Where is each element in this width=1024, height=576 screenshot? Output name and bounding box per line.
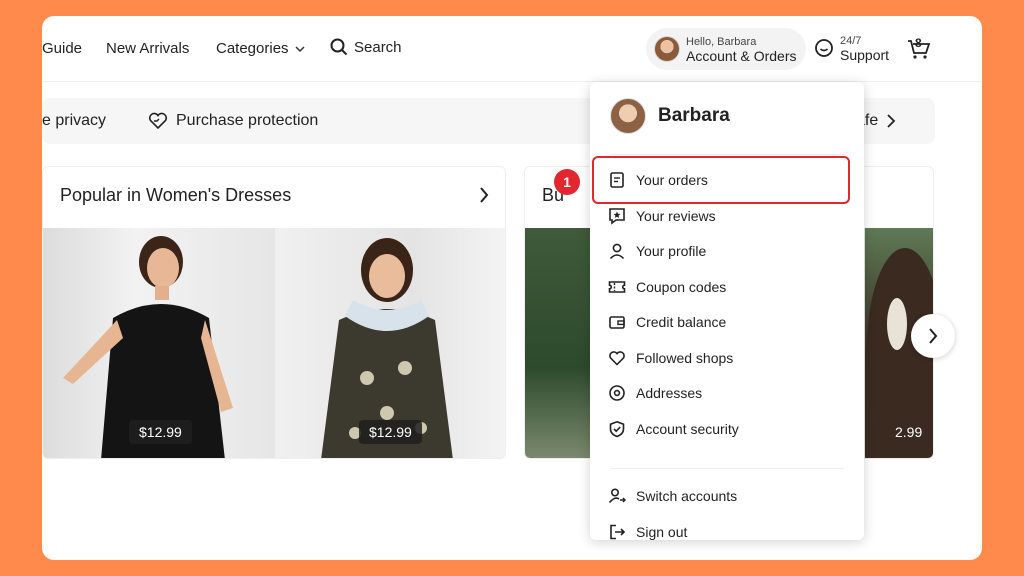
nav-new-arrivals-label: New Arrivals — [106, 40, 190, 57]
search-icon — [330, 38, 348, 56]
step-number-badge: 1 — [554, 169, 580, 195]
support-hours: 24/7 — [840, 35, 862, 47]
avatar — [610, 98, 646, 134]
strip-privacy: e privacy — [42, 112, 106, 130]
menu-item-label: Account security — [636, 421, 739, 437]
product-image[interactable] — [525, 228, 593, 458]
menu-item-addresses[interactable]: Addresses — [608, 379, 846, 407]
location-icon — [609, 385, 625, 401]
price-tag: 2.99 — [895, 424, 923, 440]
price-tag: $12.99 — [359, 420, 422, 444]
divider — [610, 154, 844, 155]
menu-item-label: Sign out — [636, 524, 688, 540]
menu-item-account-security[interactable]: Account security — [608, 415, 846, 443]
coupon-icon — [608, 281, 626, 293]
menu-item-sign-out[interactable]: Sign out — [608, 518, 846, 546]
menu-item-label: Credit balance — [636, 314, 727, 330]
menu-item-label: Your reviews — [636, 208, 716, 224]
browser-frame: Guide New Arrivals Categories Search Hel… — [42, 16, 982, 560]
cart-button[interactable]: 8 — [906, 36, 932, 62]
price-tag: $12.99 — [129, 420, 192, 444]
carousel-next-button[interactable] — [911, 314, 955, 358]
menu-item-label: Coupon codes — [636, 279, 727, 295]
product-image[interactable]: $12.99 — [275, 228, 505, 458]
user-name: Barbara — [658, 105, 730, 126]
sign-out-icon — [610, 524, 626, 540]
nav-search[interactable]: Search — [330, 38, 402, 56]
menu-item-coupon-codes[interactable]: Coupon codes — [608, 273, 846, 301]
product-card-womens-dresses[interactable]: Popular in Women's Dresses $12.99 $12.99 — [42, 166, 506, 459]
chat-support-icon — [815, 39, 833, 57]
highlight-box — [592, 156, 850, 204]
account-label: Account & Orders — [686, 48, 797, 64]
menu-item-label: Followed shops — [636, 350, 734, 366]
product-photos: $12.99 $12.99 — [43, 228, 505, 458]
nav-guide[interactable]: Guide — [42, 40, 82, 57]
account-greeting: Hello, Barbara — [686, 36, 757, 48]
nav-guide-label: Guide — [42, 40, 83, 57]
cart-count-badge: 8 — [915, 36, 922, 50]
strip-privacy-label: e privacy — [42, 112, 107, 129]
menu-item-switch-accounts[interactable]: Switch accounts — [608, 482, 846, 510]
wallet-icon — [609, 316, 625, 329]
chevron-down-icon — [295, 45, 305, 52]
menu-item-label: Your profile — [636, 243, 707, 259]
top-navigation: Guide New Arrivals Categories Search Hel… — [42, 16, 982, 82]
card-title: Popular in Women's Dresses — [60, 185, 292, 205]
nav-new-arrivals[interactable]: New Arrivals — [106, 40, 189, 57]
reviews-icon — [609, 208, 625, 225]
chevron-right-icon — [929, 328, 938, 344]
dropdown-header: Barbara — [610, 98, 730, 134]
shield-icon — [609, 420, 625, 438]
menu-item-credit-balance[interactable]: Credit balance — [608, 308, 846, 336]
menu-item-your-profile[interactable]: Your profile — [608, 237, 846, 265]
switch-accounts-icon — [608, 488, 626, 504]
menu-item-followed-shops[interactable]: Followed shops — [608, 344, 846, 372]
account-orders-button[interactable]: Hello, Barbara Account & Orders — [646, 28, 806, 70]
nav-search-label: Search — [354, 38, 402, 56]
profile-icon — [609, 243, 625, 260]
menu-item-your-reviews[interactable]: Your reviews — [608, 202, 846, 230]
nav-categories[interactable]: Categories — [216, 40, 305, 57]
support-button[interactable]: 24/7 Support — [814, 34, 889, 62]
account-dropdown-menu: Barbara Your orders Your reviews Your pr… — [590, 82, 864, 540]
nav-categories-label: Categories — [216, 40, 289, 57]
handshake-heart-icon — [148, 112, 168, 130]
heart-icon — [609, 351, 625, 366]
product-image[interactable]: $12.99 — [43, 228, 275, 458]
menu-item-label: Addresses — [636, 385, 703, 401]
strip-protection-label: Purchase protection — [176, 112, 319, 129]
menu-item-label: Switch accounts — [636, 488, 738, 504]
divider — [610, 468, 844, 469]
support-label: Support — [840, 47, 890, 63]
strip-purchase-protection: Purchase protection — [148, 112, 318, 130]
chevron-right-icon[interactable] — [479, 187, 489, 203]
chevron-right-icon — [887, 114, 896, 128]
avatar — [654, 36, 680, 62]
